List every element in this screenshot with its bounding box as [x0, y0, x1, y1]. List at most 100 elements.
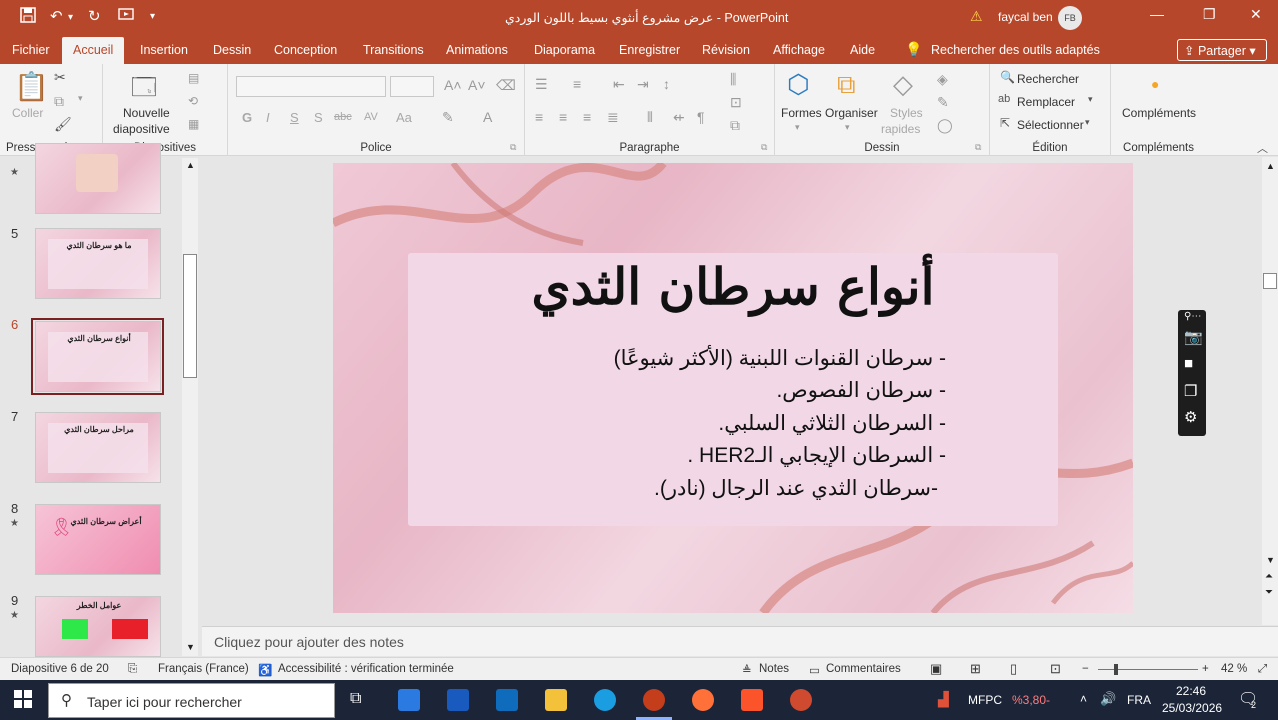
font-color-icon[interactable]: A: [483, 109, 492, 125]
slide-bullet[interactable]: -سرطان الثدي عند الرجال (نادر).: [654, 476, 938, 501]
user-name[interactable]: faycal ben: [998, 10, 1053, 24]
align-left-icon[interactable]: ≡: [535, 109, 543, 125]
notes-button[interactable]: Notes: [759, 663, 789, 675]
justify-icon[interactable]: ≣: [607, 109, 619, 126]
slide-content-box[interactable]: أنواع سرطان الثدي - سرطان القنوات اللبني…: [408, 253, 1058, 526]
store-icon[interactable]: [398, 689, 420, 711]
addins-button[interactable]: Compléments: [1122, 106, 1196, 120]
slide-bullet[interactable]: - سرطان القنوات اللبنية (الأكثر شيوعًا): [614, 346, 946, 371]
highlight-icon[interactable]: ✎: [442, 109, 454, 126]
align-right-icon[interactable]: ≡: [583, 109, 591, 125]
decrease-indent-icon[interactable]: ⇤: [613, 76, 625, 93]
input-language[interactable]: FRA: [1127, 693, 1151, 707]
shape-outline-icon[interactable]: ✎: [937, 94, 949, 111]
notes-placeholder[interactable]: Cliquez pour ajouter des notes: [214, 634, 404, 650]
normal-view-icon[interactable]: ▣: [930, 661, 942, 677]
cut-icon[interactable]: ✂: [54, 69, 66, 86]
new-slide-button-line2[interactable]: diapositive: [113, 122, 170, 136]
select-icon[interactable]: ⇱: [1000, 116, 1010, 130]
chevron-down-icon[interactable]: ▾: [78, 93, 83, 104]
scroll-down-icon[interactable]: ▼: [1266, 555, 1275, 565]
clock-date[interactable]: 25/03/2026: [1162, 701, 1222, 715]
align-center-icon[interactable]: ≡: [559, 109, 567, 125]
find-icon[interactable]: 🔍: [1000, 70, 1015, 84]
tab-affichage[interactable]: Affichage: [773, 43, 825, 57]
slide-bullet[interactable]: - السرطان الإيجابي الـHER2 .: [687, 443, 946, 468]
slide-bullet[interactable]: - السرطان الثلاثي السلبي.: [718, 411, 946, 436]
tab-conception[interactable]: Conception: [274, 43, 337, 57]
next-slide-icon[interactable]: ⏷: [1265, 587, 1273, 598]
smartart-icon[interactable]: ⧉: [730, 117, 740, 134]
quick-styles-button-line2[interactable]: rapides: [881, 122, 920, 136]
scroll-down-icon[interactable]: ▼: [186, 642, 195, 652]
slide-thumbnail[interactable]: [35, 143, 161, 214]
tab-revision[interactable]: Révision: [702, 43, 750, 57]
replace-icon[interactable]: ab: [998, 93, 1010, 105]
font-size-input[interactable]: [390, 76, 434, 97]
word-icon[interactable]: [447, 689, 469, 711]
slide-thumbnail[interactable]: مراحل سرطان الثدي: [35, 412, 161, 483]
powerpoint-icon[interactable]: [643, 689, 665, 711]
numbering-icon[interactable]: ≡: [573, 76, 581, 92]
zoom-in-icon[interactable]: +: [1202, 663, 1209, 675]
tab-insertion[interactable]: Insertion: [140, 43, 188, 57]
zoom-level[interactable]: 42 %: [1221, 663, 1247, 675]
rtl-icon[interactable]: ⇷: [673, 109, 685, 126]
format-painter-icon[interactable]: 🖌: [54, 116, 72, 133]
tab-diaporama[interactable]: Diaporama: [534, 43, 595, 57]
select-button[interactable]: Sélectionner: [1017, 118, 1084, 132]
restore-icon[interactable]: ❐: [1203, 6, 1216, 23]
redo-icon[interactable]: ↻: [88, 7, 101, 25]
minimize-icon[interactable]: —: [1150, 6, 1164, 22]
notes-pane[interactable]: Cliquez pour ajouter des notes: [202, 626, 1278, 656]
tab-dessin[interactable]: Dessin: [213, 43, 251, 57]
close-icon[interactable]: ✕: [1250, 6, 1262, 23]
copy-icon[interactable]: ⧉: [54, 93, 64, 110]
chevron-down-icon[interactable]: ▾: [1088, 94, 1093, 105]
dialog-launcher-icon[interactable]: ⧉: [510, 142, 516, 153]
zoom-out-icon[interactable]: −: [1082, 663, 1089, 675]
clock-time[interactable]: 22:46: [1176, 684, 1206, 698]
paste-button[interactable]: Coller: [12, 106, 43, 120]
edge-icon[interactable]: [594, 689, 616, 711]
increase-indent-icon[interactable]: ⇥: [637, 76, 649, 93]
volume-icon[interactable]: 🔊: [1100, 691, 1116, 707]
tab-enregistrer[interactable]: Enregistrer: [619, 43, 680, 57]
reading-view-icon[interactable]: ▯: [1010, 661, 1017, 677]
collapse-ribbon-icon[interactable]: ︿: [1257, 140, 1268, 156]
arrange-button[interactable]: Organiser: [825, 106, 878, 120]
columns-icon[interactable]: ⫴: [647, 109, 653, 126]
align-text-icon[interactable]: ⊡: [730, 94, 742, 111]
more-icon[interactable]: ⚲⋯: [1184, 311, 1201, 322]
zoom-slider[interactable]: [1098, 669, 1198, 670]
scroll-up-icon[interactable]: ▲: [186, 160, 195, 170]
editor-scrollbar[interactable]: ▲ ▼ ⏶ ⏷: [1262, 157, 1278, 625]
zoom-slider-thumb[interactable]: [1114, 664, 1118, 675]
save-icon[interactable]: [20, 7, 36, 27]
brave-icon[interactable]: [741, 689, 763, 711]
warning-icon[interactable]: ⚠: [970, 8, 983, 25]
arrange-icon[interactable]: ⧉: [837, 69, 856, 101]
shrink-font-icon[interactable]: A˅: [468, 77, 486, 93]
chevron-down-icon[interactable]: ▾: [845, 122, 850, 133]
file-explorer-icon[interactable]: [545, 689, 567, 711]
dialog-launcher-icon[interactable]: ⧉: [761, 142, 767, 153]
shadow-button[interactable]: S: [314, 110, 323, 125]
scroll-thumb[interactable]: [183, 254, 197, 378]
reset-icon[interactable]: ⟲: [188, 94, 198, 108]
shape-fill-icon[interactable]: ◈: [937, 71, 948, 88]
quick-styles-icon[interactable]: ◇: [893, 69, 913, 100]
new-slide-button[interactable]: Nouvelle: [123, 106, 170, 120]
comments-button[interactable]: Commentaires: [826, 663, 901, 675]
slide-thumbnail[interactable]: عوامل الخطر: [35, 596, 161, 657]
previous-slide-icon[interactable]: ⏶: [1265, 571, 1273, 582]
outlook-icon[interactable]: [496, 689, 518, 711]
bullets-icon[interactable]: ☰: [535, 76, 548, 93]
tab-transitions[interactable]: Transitions: [363, 43, 424, 57]
customize-icon[interactable]: ▾: [150, 11, 155, 22]
strikethrough-button[interactable]: abc: [334, 111, 352, 123]
chevron-down-icon[interactable]: ▾: [1085, 117, 1090, 128]
change-case-button[interactable]: Aa: [396, 110, 412, 125]
find-button[interactable]: Rechercher: [1017, 72, 1079, 86]
scroll-thumb[interactable]: [1263, 273, 1277, 289]
